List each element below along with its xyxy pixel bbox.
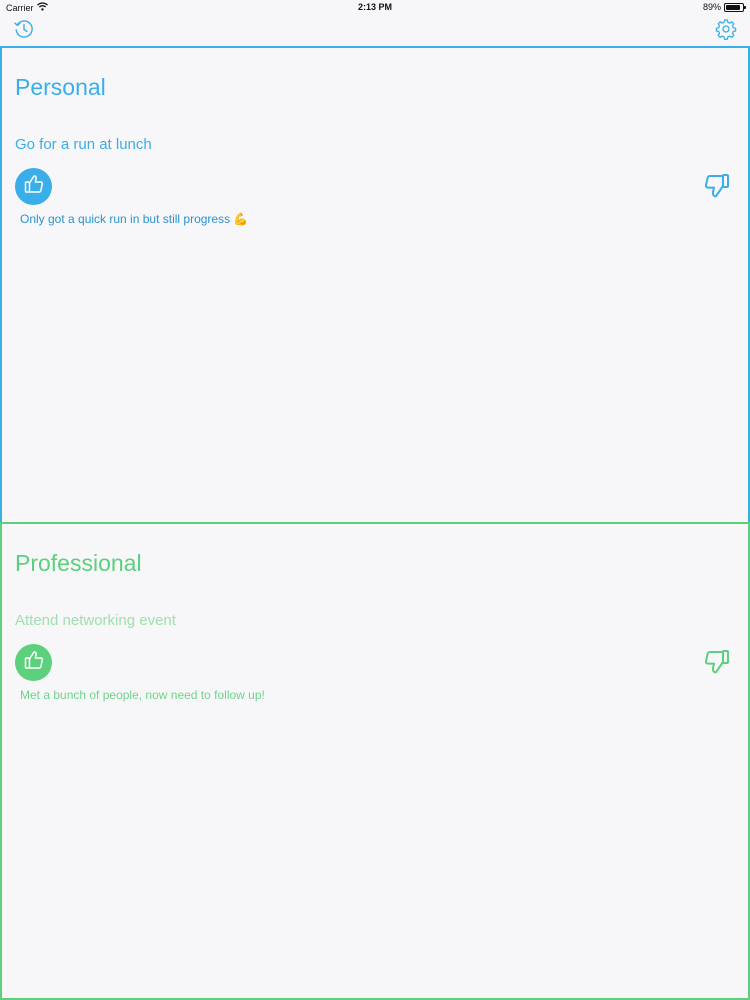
thumbs-up-button[interactable] bbox=[15, 168, 52, 205]
settings-button[interactable] bbox=[714, 18, 738, 45]
battery-icon bbox=[724, 2, 746, 12]
battery-percent: 89% bbox=[702, 2, 721, 12]
personal-section: Personal Go for a run at lunch Only got … bbox=[0, 46, 750, 524]
thumbs-down-icon bbox=[703, 172, 731, 205]
status-time: 2:13 PM bbox=[357, 2, 392, 12]
thumbs-down-button[interactable] bbox=[702, 173, 732, 203]
note-text[interactable]: Only got a quick run in but still progre… bbox=[20, 212, 248, 226]
battery-fill bbox=[726, 4, 741, 10]
professional-section: Professional Attend networking event Met… bbox=[0, 522, 750, 1000]
thumbs-up-icon bbox=[23, 173, 45, 200]
section-title: Professional bbox=[15, 550, 142, 576]
status-bar: Carrier 2:13 PM 89% bbox=[0, 0, 750, 16]
goal-text[interactable]: Go for a run at lunch bbox=[15, 136, 152, 153]
toolbar bbox=[0, 16, 750, 46]
status-right: 89% bbox=[702, 2, 746, 12]
history-clock-icon bbox=[13, 18, 35, 45]
thumbs-down-icon bbox=[703, 648, 731, 681]
thumbs-up-icon bbox=[23, 649, 45, 676]
history-button[interactable] bbox=[12, 19, 36, 43]
note-text[interactable]: Met a bunch of people, now need to follo… bbox=[20, 688, 265, 702]
goal-text[interactable]: Attend networking event bbox=[15, 612, 176, 629]
thumbs-up-button[interactable] bbox=[15, 644, 52, 681]
section-title: Personal bbox=[15, 74, 106, 100]
thumbs-down-button[interactable] bbox=[702, 649, 732, 679]
gear-icon bbox=[715, 18, 737, 45]
